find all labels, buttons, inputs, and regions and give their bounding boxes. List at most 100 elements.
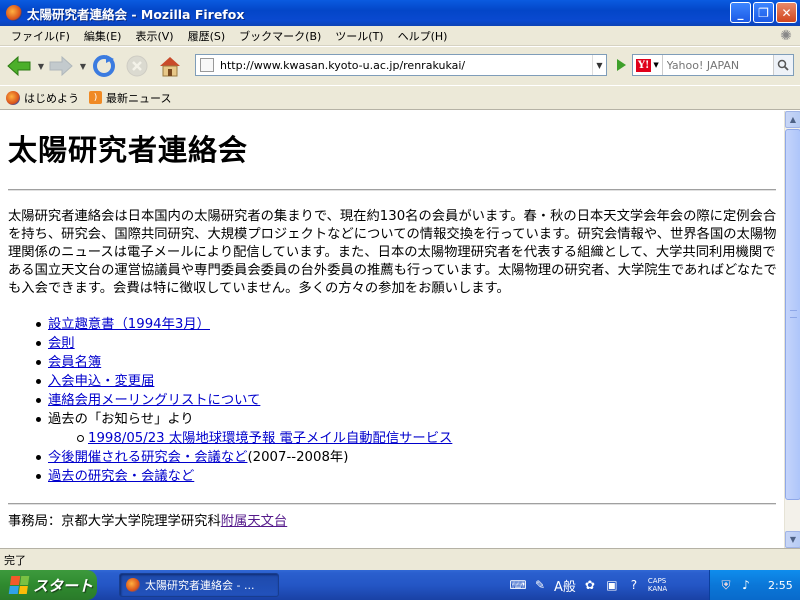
firefox-icon bbox=[6, 5, 22, 21]
page-icon bbox=[200, 58, 214, 72]
ime-mode[interactable]: A般 bbox=[554, 576, 576, 595]
list-item: 会則 bbox=[36, 334, 776, 353]
menu-edit[interactable]: 編集(E) bbox=[77, 28, 129, 44]
ime-pad-icon[interactable]: ✎ bbox=[532, 577, 548, 593]
address-bar[interactable]: ▼ bbox=[195, 54, 607, 76]
search-engine-selector[interactable]: Y! ▼ bbox=[633, 55, 663, 75]
bookmark-label: 最新ニュース bbox=[106, 91, 172, 105]
grip-icon bbox=[790, 310, 797, 318]
list-item: 会員名簿 bbox=[36, 353, 776, 372]
window-titlebar[interactable]: 太陽研究者連絡会 - Mozilla Firefox _ ❐ ✕ bbox=[0, 0, 800, 26]
intro-paragraph: 太陽研究者連絡会は日本国内の太陽研究者の集まりで、現在約130名の会員がいます。… bbox=[8, 209, 777, 296]
scroll-up-button[interactable]: ▲ bbox=[785, 111, 800, 128]
task-label: 太陽研究者連絡会 - ... bbox=[145, 579, 255, 592]
stop-button[interactable] bbox=[122, 51, 152, 81]
past-news-label: 過去の「お知らせ」より bbox=[48, 412, 194, 427]
language-bar: ⌨ ✎ A般 ✿ ▣ ? CAPS KANA bbox=[509, 573, 667, 597]
url-history-dropdown[interactable]: ▼ bbox=[592, 55, 606, 75]
minimize-button[interactable]: _ bbox=[730, 2, 751, 23]
security-alert-icon[interactable]: ⛨ bbox=[718, 577, 734, 593]
list-item: 連絡会用メーリングリストについて bbox=[36, 391, 776, 410]
throbber-icon: ✺ bbox=[780, 28, 792, 44]
menu-tools[interactable]: ツール(T) bbox=[328, 28, 390, 44]
ime-tool-icon[interactable]: ✿ bbox=[582, 577, 598, 593]
menu-help[interactable]: ヘルプ(H) bbox=[391, 28, 455, 44]
link-membership-application[interactable]: 入会申込・変更届 bbox=[48, 374, 154, 389]
kana-indicator: KANA bbox=[647, 585, 668, 593]
scroll-down-button[interactable]: ▼ bbox=[785, 531, 800, 548]
scrollbar-thumb[interactable] bbox=[785, 129, 800, 500]
start-button[interactable]: スタート bbox=[0, 570, 97, 600]
taskbar-firefox-window[interactable]: 太陽研究者連絡会 - ... bbox=[119, 573, 279, 597]
firefox-icon bbox=[126, 578, 140, 592]
footer-text: 事務局：京都大学大学院理学研究科 bbox=[8, 514, 221, 529]
menu-file[interactable]: ファイル(F) bbox=[4, 28, 77, 44]
caps-indicator: CAPS bbox=[647, 577, 667, 585]
home-button[interactable] bbox=[154, 51, 186, 81]
home-icon bbox=[160, 57, 180, 77]
magnifier-icon bbox=[778, 59, 789, 71]
footer: 事務局：京都大学大学院理学研究科附属天文台 bbox=[8, 513, 776, 531]
divider bbox=[8, 503, 776, 505]
start-label: スタート bbox=[33, 576, 94, 595]
list-item: 設立趣意書（1994年3月） bbox=[36, 315, 776, 334]
vertical-scrollbar[interactable]: ▲ ▼ bbox=[784, 111, 800, 548]
list-item: 入会申込・変更届 bbox=[36, 372, 776, 391]
stop-icon bbox=[126, 55, 148, 77]
bookmark-latest-news[interactable]: ) 最新ニュース bbox=[89, 90, 171, 106]
forward-history-dropdown[interactable]: ▼ bbox=[78, 62, 88, 71]
past-news-list: 1998/05/23 太陽地球環境予報 電子メイル自動配信サービス bbox=[77, 429, 776, 448]
keyboard-icon[interactable]: ⌨ bbox=[509, 577, 526, 593]
page-content: 太陽研究者連絡会 太陽研究者連絡会は日本国内の太陽研究者の集まりで、現在約130… bbox=[0, 111, 784, 548]
ime-dictionary-icon[interactable]: ▣ bbox=[604, 577, 620, 593]
menu-bar: ファイル(F) 編集(E) 表示(V) 履歴(S) ブックマーク(B) ツール(… bbox=[0, 26, 800, 46]
system-tray: ⛨ ♪ 2:55 bbox=[709, 570, 800, 600]
forward-arrow-icon bbox=[49, 55, 73, 77]
bookmark-label: はじめよう bbox=[24, 91, 79, 105]
list-item: 過去の「お知らせ」より 1998/05/23 太陽地球環境予報 電子メイル自動配… bbox=[36, 410, 776, 448]
back-arrow-icon bbox=[7, 55, 31, 77]
search-box[interactable]: Y! ▼ bbox=[632, 54, 794, 76]
windows-logo-icon bbox=[8, 576, 30, 594]
link-prospectus[interactable]: 設立趣意書（1994年3月） bbox=[48, 317, 210, 332]
link-member-list[interactable]: 会員名簿 bbox=[48, 355, 101, 370]
go-arrow-icon bbox=[617, 59, 626, 71]
menu-view[interactable]: 表示(V) bbox=[128, 28, 180, 44]
yahoo-icon: Y! bbox=[635, 58, 652, 72]
link-mailing-list[interactable]: 連絡会用メーリングリストについて bbox=[48, 393, 260, 408]
link-upcoming-meetings[interactable]: 今後開催される研究会・会議など bbox=[48, 450, 247, 465]
search-input[interactable] bbox=[662, 58, 773, 72]
list-item: 過去の研究会・会議など bbox=[36, 467, 776, 486]
menu-bookmarks[interactable]: ブックマーク(B) bbox=[232, 28, 328, 44]
help-icon[interactable]: ? bbox=[626, 577, 642, 593]
clock[interactable]: 2:55 bbox=[768, 579, 793, 592]
status-text: 完了 bbox=[4, 553, 26, 567]
divider bbox=[8, 189, 776, 191]
search-button[interactable] bbox=[772, 55, 793, 75]
firefox-icon bbox=[6, 90, 20, 105]
back-button[interactable] bbox=[4, 51, 34, 81]
upcoming-meetings-note: (2007--2008年) bbox=[247, 450, 349, 465]
close-button[interactable]: ✕ bbox=[776, 2, 797, 23]
page-title: 太陽研究者連絡会 bbox=[8, 133, 249, 167]
link-past-meetings[interactable]: 過去の研究会・会議など bbox=[48, 469, 194, 484]
back-history-dropdown[interactable]: ▼ bbox=[36, 62, 46, 71]
link-observatory[interactable]: 附属天文台 bbox=[221, 514, 287, 529]
status-bar: 完了 bbox=[0, 548, 800, 570]
rss-icon: ) bbox=[89, 91, 102, 104]
volume-icon[interactable]: ♪ bbox=[738, 577, 754, 593]
list-item: 今後開催される研究会・会議など(2007--2008年) bbox=[36, 448, 776, 467]
url-input[interactable] bbox=[220, 56, 592, 74]
windows-taskbar: スタート 太陽研究者連絡会 - ... ⌨ ✎ A般 ✿ ▣ ? CAPS KA… bbox=[0, 570, 800, 600]
bookmark-getting-started[interactable]: はじめよう bbox=[6, 90, 79, 106]
link-list: 設立趣意書（1994年3月） 会則 会員名簿 入会申込・変更届 連絡会用メーリン… bbox=[36, 315, 776, 486]
link-bylaws[interactable]: 会則 bbox=[48, 336, 75, 351]
restore-button[interactable]: ❐ bbox=[753, 2, 774, 23]
link-past-news-item[interactable]: 1998/05/23 太陽地球環境予報 電子メイル自動配信サービス bbox=[88, 431, 452, 446]
caps-kana-indicator: CAPS KANA bbox=[648, 577, 667, 593]
navigation-toolbar: ▼ ▼ ▼ Y! ▼ bbox=[0, 47, 800, 85]
forward-button[interactable] bbox=[46, 51, 76, 81]
reload-button[interactable] bbox=[88, 51, 120, 81]
go-button[interactable] bbox=[610, 55, 632, 75]
menu-history[interactable]: 履歴(S) bbox=[181, 28, 233, 44]
